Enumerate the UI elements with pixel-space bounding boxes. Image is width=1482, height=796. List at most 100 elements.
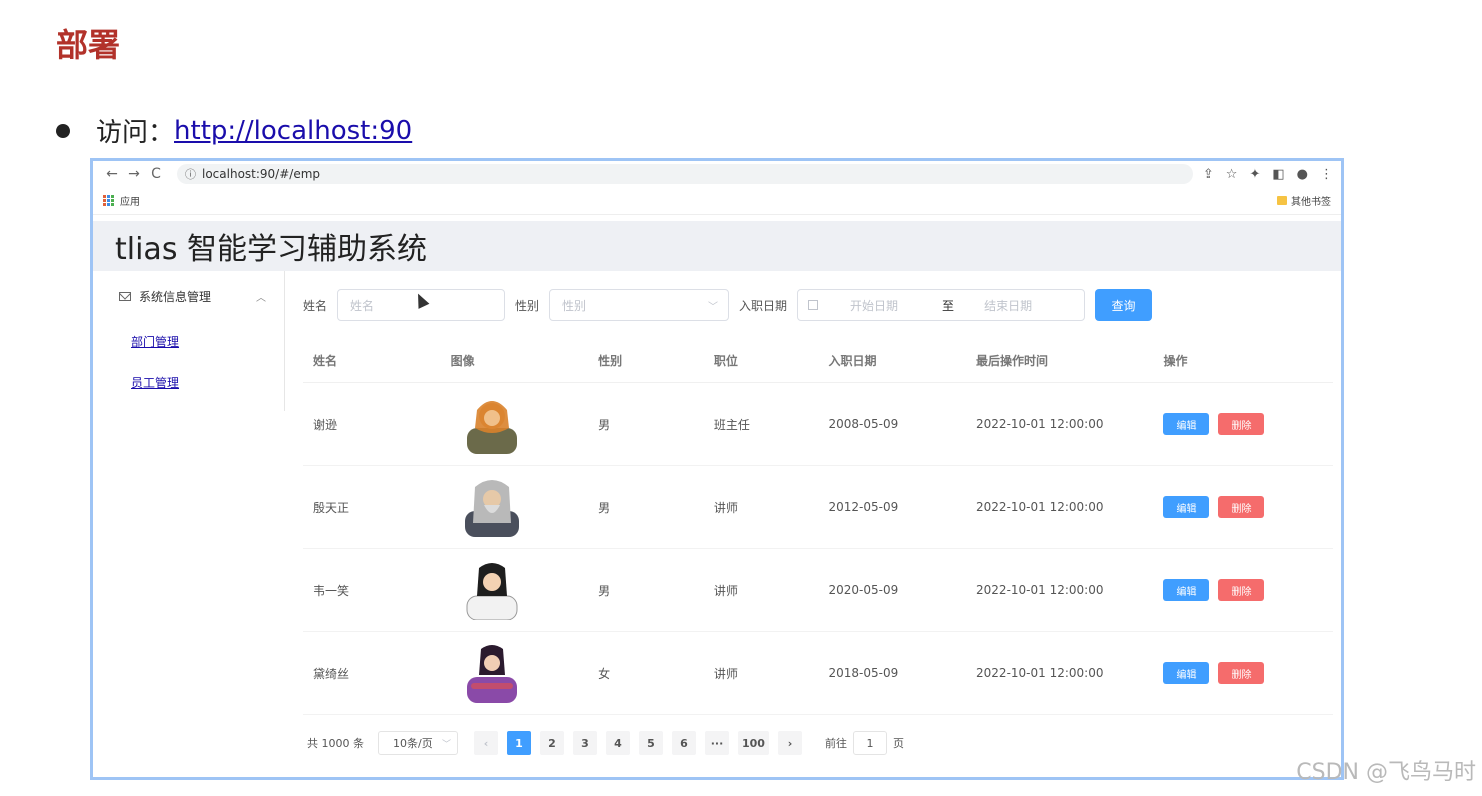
employee-table: 姓名 图像 性别 职位 入职日期 最后操作时间 操作 谢逊 男 班主任 2008…: [303, 339, 1333, 715]
prev-page-icon[interactable]: ‹: [474, 731, 498, 755]
cell-update-time: 2022-10-01 12:00:00: [976, 500, 1104, 514]
edit-button[interactable]: 编辑: [1163, 579, 1210, 601]
search-button[interactable]: 查询: [1095, 289, 1153, 321]
csdn-watermark: CSDN @飞鸟马时: [1296, 760, 1476, 785]
gender-placeholder: 性别: [562, 298, 587, 313]
bookmarks-bar: 应用 其他书签: [93, 187, 1341, 215]
star-icon[interactable]: ☆: [1226, 167, 1238, 182]
cell-gender: 男: [598, 583, 611, 598]
sidebar-item-emp[interactable]: 员工管理: [93, 362, 284, 403]
cell-image: [451, 560, 599, 620]
column-header-gender: 性别: [598, 354, 623, 368]
start-date-placeholder: 开始日期: [850, 298, 899, 313]
apps-grid-icon[interactable]: [103, 195, 114, 206]
page-3[interactable]: 3: [573, 731, 597, 755]
profile-icon[interactable]: ●: [1297, 167, 1308, 182]
edit-button[interactable]: 编辑: [1163, 662, 1210, 684]
avatar: [466, 401, 517, 454]
pagination: 共 1000 条 10条/页 ﹀ ‹ 1 2 3 4 5 6 ··· 100 ›…: [307, 731, 904, 755]
goto-page-input[interactable]: 1: [852, 731, 887, 755]
more-menu-icon[interactable]: ⋮: [1320, 167, 1333, 182]
page-size-select[interactable]: 10条/页 ﹀: [378, 731, 458, 755]
page-100[interactable]: 100: [738, 731, 769, 755]
cell-gender: 女: [598, 666, 611, 681]
sidebar-toggle-icon[interactable]: ◧: [1272, 167, 1284, 182]
chevron-down-icon: ﹀: [708, 301, 719, 313]
page-size-value: 10条/页: [393, 737, 433, 750]
cell-name: 殷天正: [313, 500, 350, 515]
cell-actions: 编辑 删除: [1163, 579, 1333, 601]
edit-button[interactable]: 编辑: [1163, 413, 1210, 435]
avatar: [466, 563, 518, 620]
delete-button[interactable]: 删除: [1218, 413, 1265, 435]
forward-icon[interactable]: →: [123, 166, 145, 182]
cell-update-time: 2022-10-01 12:00:00: [976, 583, 1104, 597]
table-row: 谢逊 男 班主任 2008-05-09 2022-10-01 12:00:00 …: [303, 383, 1333, 466]
back-icon[interactable]: ←: [101, 166, 123, 182]
sidebar-item-dept[interactable]: 部门管理: [93, 321, 284, 362]
range-separator: 至: [942, 298, 955, 313]
table-row: 韦一笑 男 讲师 2020-05-09 2022-10-01 12:00:00 …: [303, 549, 1333, 632]
entry-date-range[interactable]: 开始日期 至 结束日期: [797, 289, 1086, 321]
cell-job: 班主任: [713, 417, 750, 432]
page-ellipsis[interactable]: ···: [705, 731, 729, 755]
cell-name: 韦一笑: [313, 583, 350, 598]
address-text: localhost:90/#/emp: [202, 167, 321, 181]
table-header: 姓名 图像 性别 职位 入职日期 最后操作时间 操作: [303, 339, 1333, 383]
delete-button[interactable]: 删除: [1218, 662, 1265, 684]
cell-entry-date: 2012-05-09: [828, 500, 899, 514]
extension-icon[interactable]: ✦: [1249, 167, 1260, 182]
column-header-name: 姓名: [313, 354, 338, 368]
cell-entry-date: 2008-05-09: [828, 417, 899, 431]
edit-button[interactable]: 编辑: [1163, 496, 1210, 518]
column-header-entry-date: 入职日期: [828, 354, 877, 368]
next-page-icon[interactable]: ›: [777, 731, 802, 755]
page-2[interactable]: 2: [540, 731, 564, 755]
cell-gender: 男: [598, 417, 611, 432]
slide-title: 部署: [56, 26, 121, 64]
other-bookmarks[interactable]: 其他书签: [1277, 193, 1331, 208]
cell-image: [451, 643, 599, 703]
cell-actions: 编辑 删除: [1163, 662, 1333, 684]
bullet-dot: [56, 123, 70, 138]
search-filters: 姓名 姓名 性别 性别 ﹀ 入职日期 开始日期 至 结束日期 查询: [303, 289, 1153, 321]
calendar-icon: [808, 300, 819, 310]
avatar: [464, 480, 519, 537]
chevron-down-icon: ﹀: [441, 739, 451, 750]
goto-page: 前往 1 页: [825, 731, 904, 755]
browser-toolbar-icons: ⇪ ☆ ✦ ◧ ● ⋮: [1203, 167, 1333, 182]
cell-job: 讲师: [713, 500, 738, 515]
cell-image: [451, 477, 599, 537]
name-filter-label: 姓名: [303, 298, 328, 313]
apps-label[interactable]: 应用: [120, 193, 140, 208]
cell-name: 黛绮丝: [313, 666, 350, 681]
page-4[interactable]: 4: [606, 731, 630, 755]
bullet-prefix: 访问：: [96, 118, 175, 148]
message-icon: [119, 291, 131, 301]
delete-button[interactable]: 删除: [1218, 496, 1265, 518]
bullet-line: 访问： http://localhost:90: [56, 112, 412, 149]
table-row: 黛绮丝 女 讲师 2018-05-09 2022-10-01 12:00:00 …: [303, 632, 1333, 715]
localhost-link[interactable]: http://localhost:90: [174, 116, 412, 146]
page-5[interactable]: 5: [639, 731, 663, 755]
page-6[interactable]: 6: [672, 731, 696, 755]
gender-select[interactable]: 性别 ﹀: [549, 289, 730, 321]
cell-job: 讲师: [713, 666, 738, 681]
sidebar-group-label: 系统信息管理: [139, 289, 212, 304]
reload-icon[interactable]: C: [145, 166, 167, 182]
cell-name: 谢逊: [313, 417, 338, 432]
address-bar[interactable]: ⓘ localhost:90/#/emp: [177, 164, 1193, 184]
entry-date-label: 入职日期: [739, 298, 788, 313]
browser-nav-bar: ← → C ⓘ localhost:90/#/emp ⇪ ☆ ✦ ◧ ● ⋮: [93, 161, 1341, 187]
avatar: [466, 645, 517, 703]
sidebar-group-system-info[interactable]: 系统信息管理 ︿: [93, 271, 284, 321]
delete-button[interactable]: 删除: [1218, 579, 1265, 601]
page-1[interactable]: 1: [507, 731, 531, 755]
column-header-actions: 操作: [1163, 354, 1188, 368]
share-icon[interactable]: ⇪: [1203, 167, 1214, 182]
name-placeholder: 姓名: [350, 298, 375, 313]
pagination-total: 共 1000 条: [307, 737, 364, 750]
end-date-placeholder: 结束日期: [984, 298, 1033, 313]
folder-icon: [1277, 196, 1287, 205]
info-icon: ⓘ: [185, 168, 196, 181]
